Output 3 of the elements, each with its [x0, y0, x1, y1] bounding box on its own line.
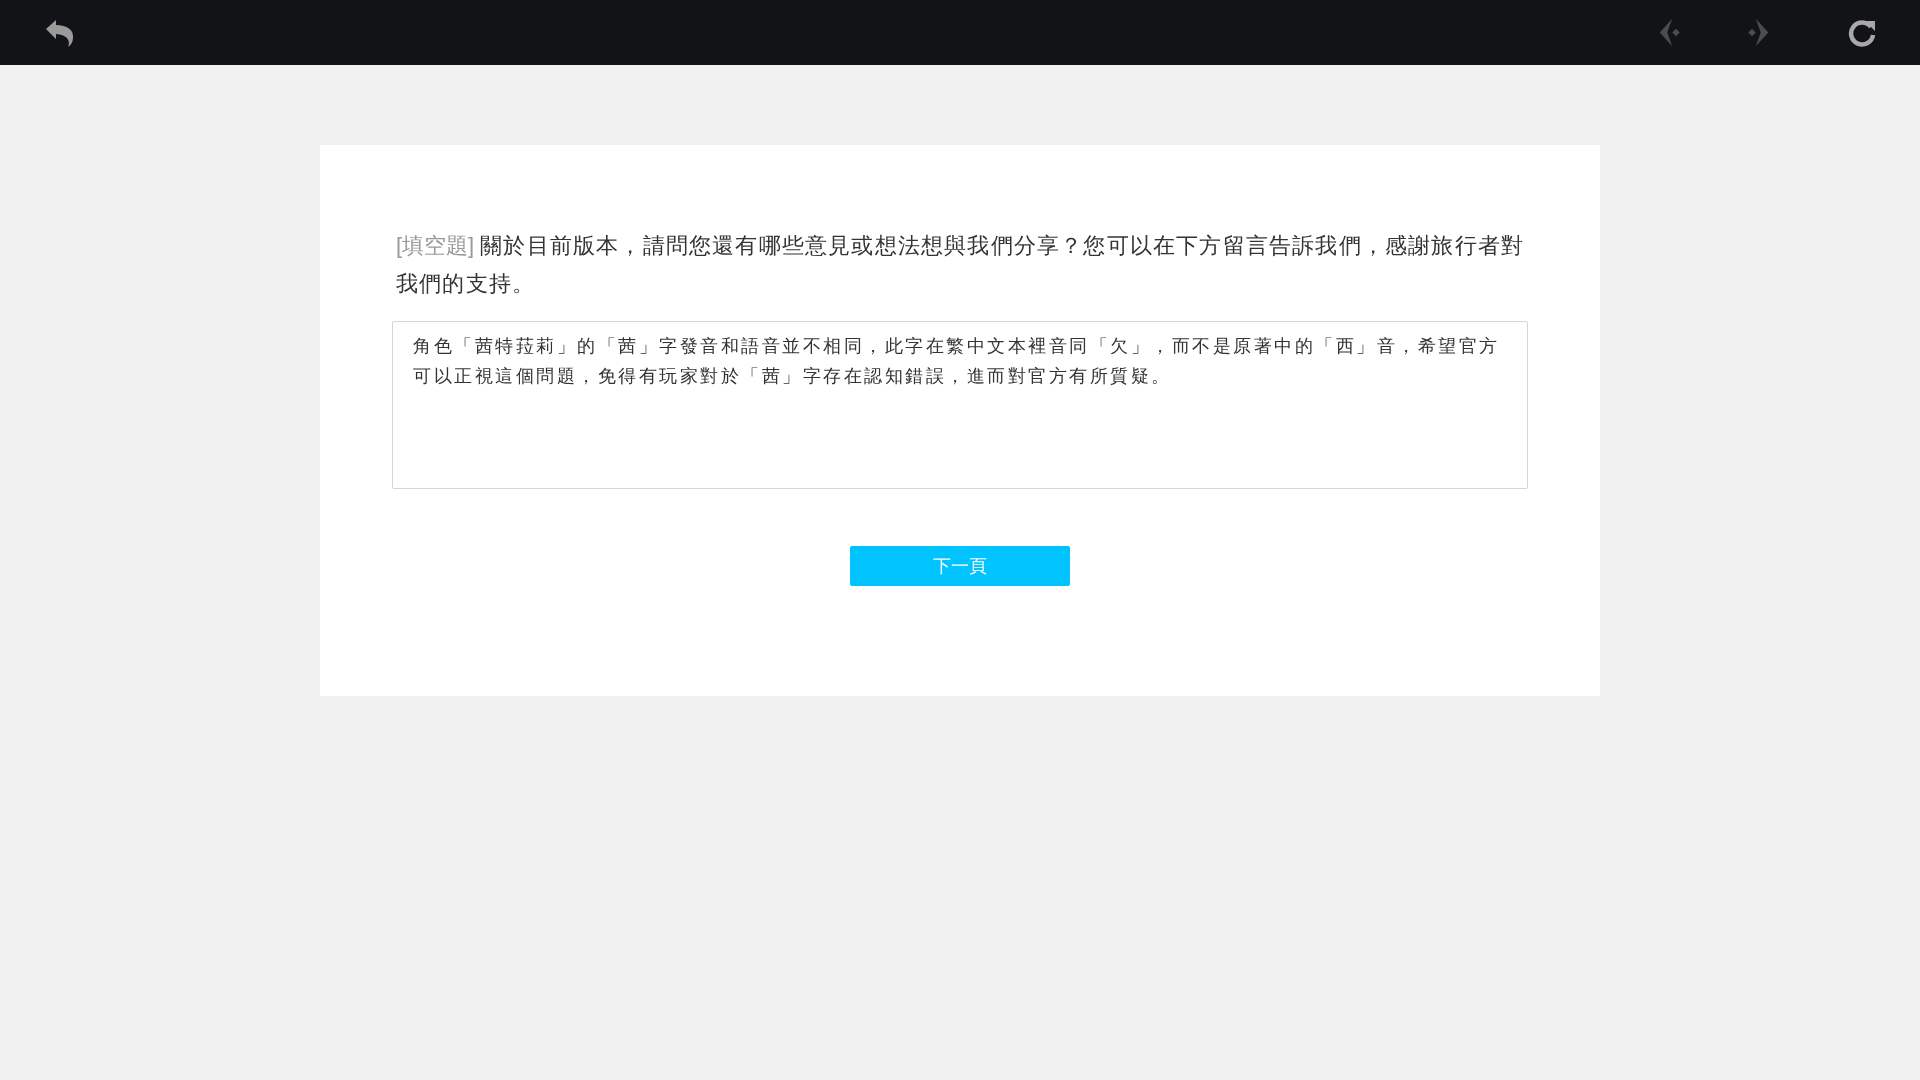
- question-text: [填空題] 關於目前版本，請問您還有哪些意見或想法想與我們分享？您可以在下方留言告訴我們，感謝旅行者對我們的支持。: [395, 232, 1526, 298]
- refresh-icon: [1847, 17, 1877, 48]
- answer-field[interactable]: 角色「茜特菈莉」的「茜」字發音和語音並不相同，此字在繁中文本裡音同「欠」，而不是原著中的「西」音，希望官方可以正視這個問題，免得有玩家對於「茜」字存在認知錯誤，進而對官方有所質疑。: [392, 321, 1528, 489]
